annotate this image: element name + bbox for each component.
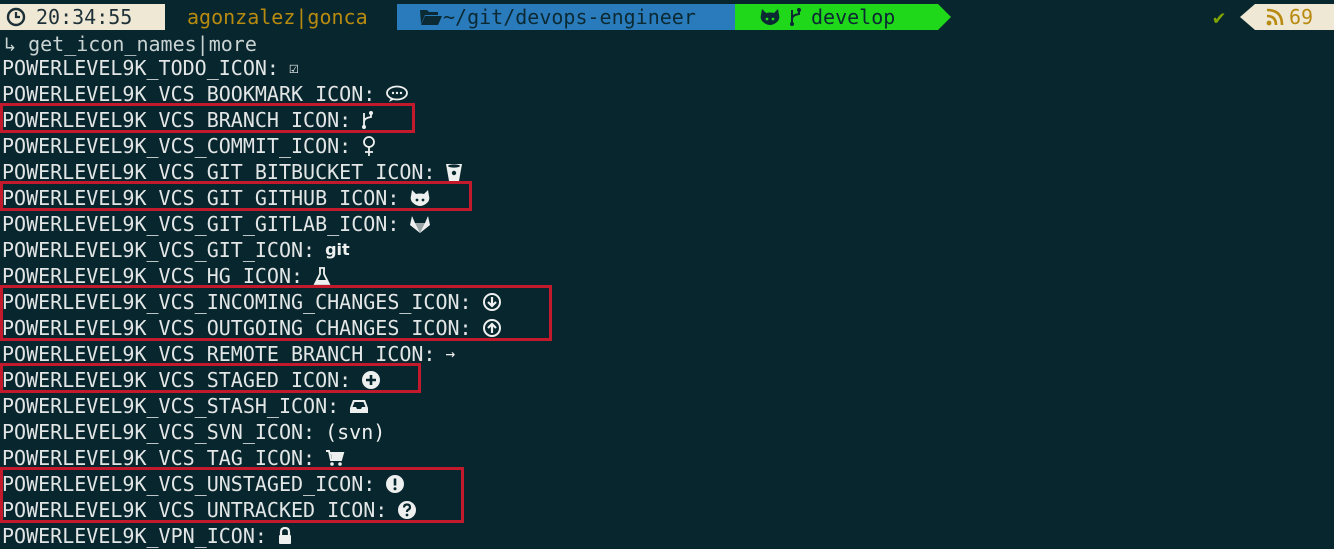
highlight-unstaged-untracked	[0, 467, 464, 523]
git-branch-icon	[790, 8, 801, 26]
folder-open-icon	[420, 10, 442, 25]
prompt-dir: ~/git/devops-engineer	[443, 5, 696, 29]
git-text-icon: git	[325, 240, 350, 259]
highlight-changes	[0, 285, 552, 341]
rss-feed-icon	[1266, 8, 1284, 26]
highlight-github	[0, 181, 472, 211]
prompt-user-segment: agonzalez|gonca	[165, 4, 397, 30]
line-label: POWERLEVEL9K_VCS_SVN_ICON:	[2, 420, 316, 444]
github-octocat-icon	[760, 9, 780, 25]
line-label: POWERLEVEL9K_TODO_ICON:	[2, 56, 279, 80]
line-label: POWERLEVEL9K_VPN_ICON:	[2, 524, 267, 548]
output-line-vcs-gitlab: POWERLEVEL9K_VCS_GIT_GITLAB_ICON:	[0, 211, 502, 237]
prompt-dir-segment: ~/git/devops-engineer	[397, 4, 735, 30]
output-line-vcs-svn: POWERLEVEL9K_VCS_SVN_ICON: (svn)	[0, 419, 502, 445]
clock-icon	[6, 7, 26, 27]
flask-icon	[313, 266, 331, 286]
inbox-tray-icon	[349, 397, 369, 415]
highlight-branch	[0, 103, 415, 133]
arrow-right-icon: →	[445, 344, 456, 363]
git-commit-icon	[361, 135, 377, 157]
speech-bubble-icon	[385, 85, 409, 103]
prompt-time-segment: 20:34:55	[0, 4, 165, 30]
prompt-bar: 20:34:55 agonzalez|gonca ~/git/devops-en…	[0, 4, 1334, 30]
output-line-vpn: POWERLEVEL9K_VPN_ICON:	[0, 523, 502, 549]
ballot-box-check-icon: ☑	[288, 58, 299, 77]
command-line: ↳ get_icon_names|more	[4, 32, 257, 56]
lock-icon	[277, 526, 293, 546]
prompt-rss-segment: 69	[1255, 4, 1334, 30]
line-label: POWERLEVEL9K_VCS_COMMIT_ICON:	[2, 134, 352, 158]
segment-separator	[938, 4, 951, 30]
prompt-vcs-segment: develop	[735, 4, 938, 30]
output-line-vcs-stash: POWERLEVEL9K_VCS_STASH_ICON:	[0, 393, 502, 419]
bitbucket-icon	[445, 162, 463, 182]
line-label: POWERLEVEL9K_VCS_GIT_GITLAB_ICON:	[2, 212, 400, 236]
line-label: POWERLEVEL9K_VCS_STASH_ICON:	[2, 394, 340, 418]
segment-separator	[1240, 4, 1255, 30]
prompt-branch: develop	[811, 5, 896, 29]
highlight-staged	[0, 363, 421, 393]
output-line-vcs-git: POWERLEVEL9K_VCS_GIT_ICON: git	[0, 237, 502, 263]
prompt-user: agonzalez|gonca	[187, 5, 368, 29]
rss-count: 69	[1289, 5, 1314, 29]
line-label: POWERLEVEL9K_VCS_GIT_ICON:	[2, 238, 316, 262]
status-ok-icon: ✔	[1213, 5, 1226, 29]
gitlab-icon	[409, 214, 431, 234]
shopping-cart-icon	[325, 448, 345, 468]
prompt-time: 20:34:55	[36, 5, 133, 29]
output-line-vcs-commit: POWERLEVEL9K_VCS_COMMIT_ICON:	[0, 133, 502, 159]
output-line-todo: POWERLEVEL9K_TODO_ICON: ☑	[0, 55, 502, 81]
svn-text-icon: (svn)	[325, 420, 386, 444]
